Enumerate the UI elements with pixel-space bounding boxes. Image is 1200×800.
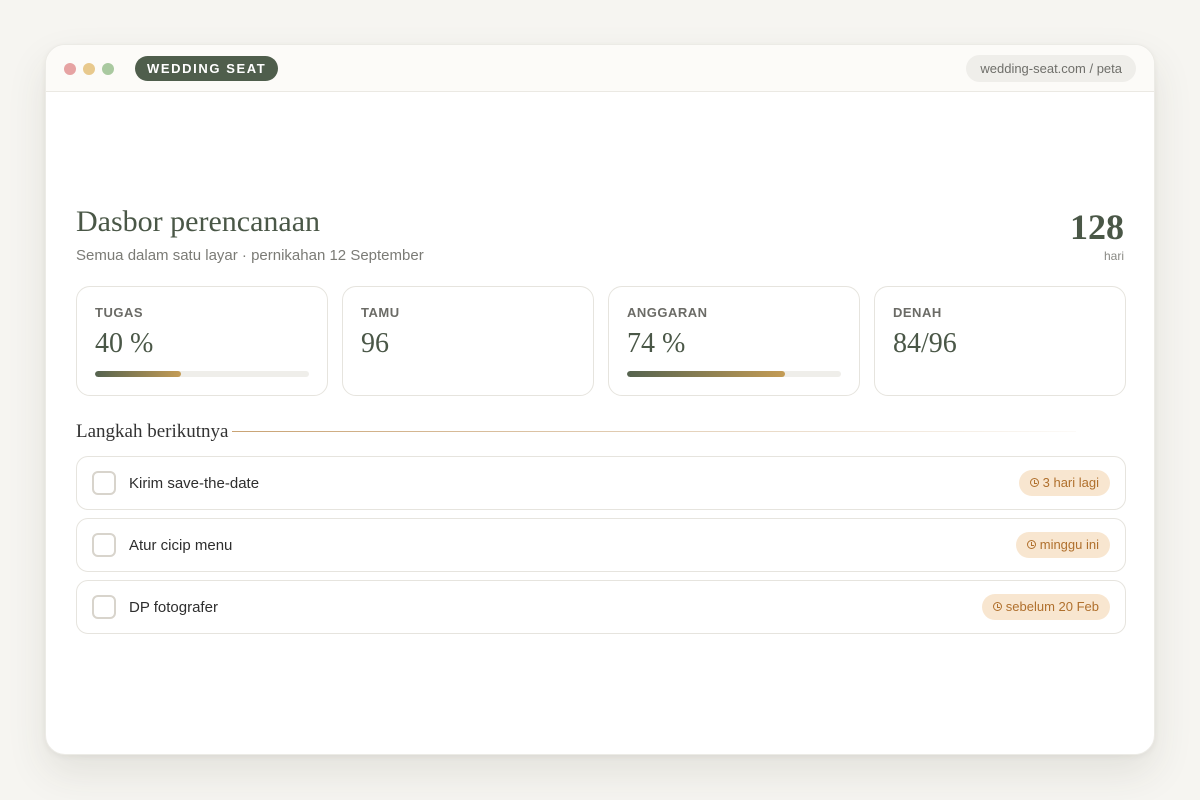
- stat-label: TAMU: [361, 305, 400, 320]
- task-label: DP fotografer: [129, 599, 218, 616]
- due-badge: 3 hari lagi: [1018, 470, 1110, 496]
- countdown: 128 hari: [1070, 209, 1124, 263]
- maximize-dot-icon[interactable]: [102, 63, 114, 75]
- minimize-dot-icon[interactable]: [83, 63, 95, 75]
- title-bar: WEDDING SEAT wedding-seat.com / peta: [46, 45, 1154, 92]
- stat-card-tasks[interactable]: TUGAS 40 %: [76, 286, 328, 396]
- due-text: 3 hari lagi: [1042, 475, 1099, 490]
- countdown-value: 128: [1070, 207, 1124, 247]
- due-text: minggu ini: [1039, 537, 1099, 552]
- task-label: Atur cicip menu: [129, 537, 233, 554]
- next-steps-header: Langkah berikutnya: [76, 421, 1126, 445]
- clock-icon: [992, 602, 1002, 611]
- progress-fill: [627, 371, 786, 377]
- section-title: Langkah berikutnya: [76, 421, 229, 442]
- task-checkbox[interactable]: [92, 533, 116, 557]
- task-label: Kirim save-the-date: [129, 475, 260, 492]
- page-title: Dasbor perencanaan: [76, 205, 321, 238]
- stats-row: TUGAS 40 % TAMU 96 ANGGARAN 74 % DENAH 8…: [76, 286, 1126, 396]
- url-bar[interactable]: wedding-seat.com / peta: [966, 55, 1136, 82]
- due-badge: minggu ini: [1015, 532, 1110, 558]
- clock-icon: [1029, 478, 1039, 487]
- stat-value: 40 %: [95, 328, 154, 359]
- task-checkbox[interactable]: [92, 471, 116, 495]
- stat-label: DENAH: [893, 305, 942, 320]
- due-text: sebelum 20 Feb: [1005, 599, 1099, 614]
- task-item[interactable]: Kirim save-the-date 3 hari lagi: [76, 456, 1126, 510]
- stat-card-budget[interactable]: ANGGARAN 74 %: [608, 286, 860, 396]
- page-header: Dasbor perencanaan Semua dalam satu laya…: [76, 205, 1124, 265]
- stat-value: 74 %: [627, 328, 686, 359]
- section-divider: [232, 431, 1076, 432]
- due-badge: sebelum 20 Feb: [981, 594, 1110, 620]
- clock-icon: [1026, 540, 1036, 549]
- stat-card-seating[interactable]: DENAH 84/96: [874, 286, 1126, 396]
- app-window: WEDDING SEAT wedding-seat.com / peta Das…: [45, 44, 1155, 755]
- task-item[interactable]: DP fotografer sebelum 20 Feb: [76, 580, 1126, 634]
- progress-fill: [95, 371, 181, 377]
- progress-bar: [95, 371, 309, 377]
- close-dot-icon[interactable]: [64, 63, 76, 75]
- task-item[interactable]: Atur cicip menu minggu ini: [76, 518, 1126, 572]
- countdown-unit: hari: [1103, 249, 1124, 263]
- page-subtitle: Semua dalam satu layar · pernikahan 12 S…: [76, 247, 424, 264]
- stat-card-guests[interactable]: TAMU 96: [342, 286, 594, 396]
- task-checkbox[interactable]: [92, 595, 116, 619]
- stat-value: 84/96: [893, 328, 957, 359]
- task-list: Kirim save-the-date 3 hari lagi Atur cic…: [76, 456, 1126, 642]
- stat-label: ANGGARAN: [627, 305, 708, 320]
- stat-value: 96: [361, 328, 389, 359]
- progress-bar: [627, 371, 841, 377]
- brand-badge[interactable]: WEDDING SEAT: [135, 56, 279, 81]
- stat-label: TUGAS: [95, 305, 143, 320]
